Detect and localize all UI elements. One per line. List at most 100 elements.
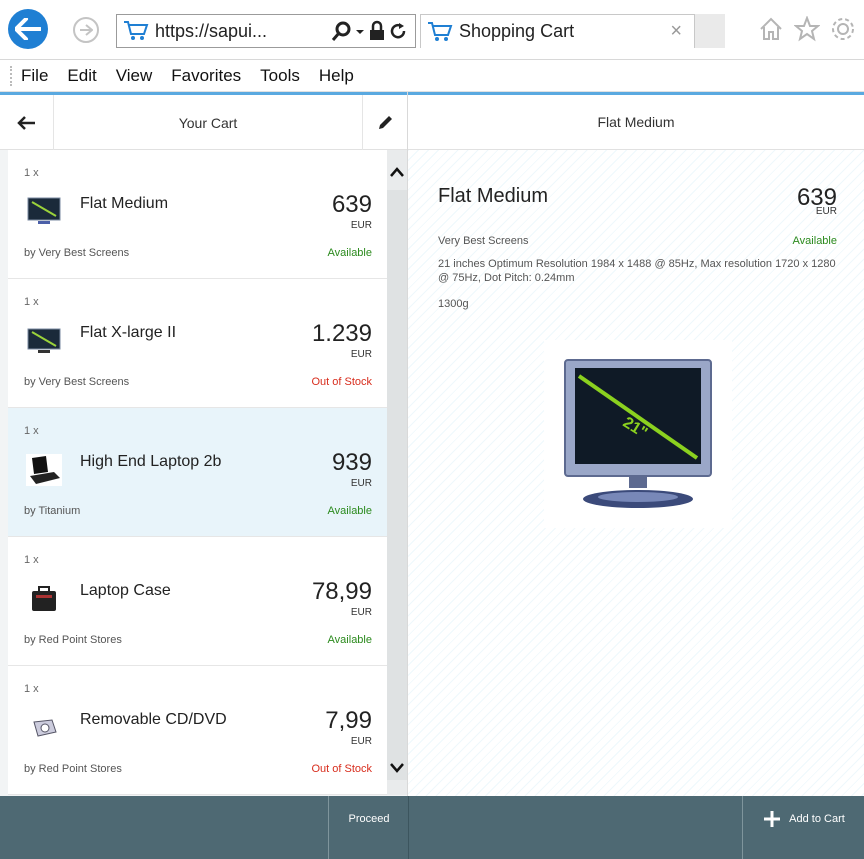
arrow-right-icon: [80, 24, 93, 36]
tab-title: Shopping Cart: [459, 21, 575, 41]
detail-header: Flat Medium: [408, 92, 864, 150]
lock-icon[interactable]: [367, 20, 387, 42]
browser-toolbar-right: [758, 16, 856, 42]
item-vendor: by Titanium: [24, 505, 81, 517]
cart-icon: [428, 21, 453, 41]
product-vendor: Very Best Screens: [438, 235, 529, 247]
item-currency: EUR: [350, 736, 372, 747]
monitor-icon: [24, 196, 64, 228]
item-status: Available: [327, 247, 372, 259]
cart-master-panel: Your Cart 1 x Flat Medium 639 EUR by Ver…: [0, 92, 408, 796]
footer-divider: [328, 796, 329, 859]
master-header: Your Cart: [0, 92, 407, 150]
product-currency: EUR: [815, 206, 837, 217]
product-status: Available: [792, 235, 837, 247]
menu-view[interactable]: View: [116, 66, 153, 86]
gear-icon[interactable]: [830, 16, 856, 42]
item-status: Available: [327, 634, 372, 646]
item-price: 639: [331, 191, 372, 218]
item-price: 1.239: [311, 320, 372, 347]
chevron-up-icon[interactable]: [389, 166, 405, 178]
pencil-icon: [379, 115, 392, 129]
cart-item[interactable]: 1 x Flat Medium 639 EUR by Very Best Scr…: [8, 150, 387, 279]
menu-edit[interactable]: Edit: [67, 66, 96, 86]
tab-close-icon[interactable]: ×: [670, 20, 682, 43]
shopping-cart-app: Your Cart 1 x Flat Medium 639 EUR by Ver…: [0, 92, 864, 859]
cart-item-list: 1 x Flat Medium 639 EUR by Very Best Scr…: [8, 150, 387, 795]
menu-grip: [10, 65, 13, 86]
product-detail-panel: Flat Medium Flat Medium 639 EUR Very Bes…: [408, 92, 864, 796]
forward-button[interactable]: [73, 17, 99, 43]
search-icon[interactable]: [331, 20, 353, 42]
product-weight: 1300g: [438, 298, 469, 310]
cart-item[interactable]: 1 x Flat X-large II 1.239 EUR by Very Be…: [8, 279, 387, 408]
item-currency: EUR: [350, 607, 372, 618]
item-quantity: 1 x: [24, 167, 39, 179]
url-text[interactable]: https://sapui...: [155, 21, 267, 42]
menu-tools[interactable]: Tools: [260, 66, 300, 86]
item-status: Available: [327, 505, 372, 517]
arrow-left-icon: [16, 115, 35, 130]
chevron-down-icon[interactable]: [389, 762, 405, 774]
address-bar[interactable]: https://sapui...: [116, 14, 416, 48]
product-image: 21": [544, 340, 732, 528]
item-quantity: 1 x: [24, 425, 39, 437]
home-icon[interactable]: [758, 16, 784, 42]
footer-divider: [408, 796, 409, 859]
laptop-case-icon: [24, 583, 64, 615]
new-tab-button[interactable]: [695, 14, 725, 48]
proceed-button[interactable]: Proceed: [330, 796, 408, 842]
cart-icon: [124, 21, 149, 40]
list-scrollbar[interactable]: [387, 150, 407, 795]
add-to-cart-button[interactable]: Add to Cart: [744, 796, 864, 842]
cd-drive-icon: [24, 712, 64, 744]
menu-file[interactable]: File: [21, 66, 48, 86]
refresh-icon[interactable]: [387, 20, 409, 42]
menu-help[interactable]: Help: [319, 66, 354, 86]
plus-icon: [764, 811, 781, 827]
item-currency: EUR: [350, 220, 372, 231]
menu-favorites[interactable]: Favorites: [171, 66, 241, 86]
monitor-icon: [24, 325, 64, 357]
laptop-icon: [24, 454, 64, 486]
cart-item[interactable]: 1 x Removable CD/DVD 7,99 EUR by Red Poi…: [8, 666, 387, 795]
item-name: High End Laptop 2b: [80, 453, 222, 470]
item-vendor: by Red Point Stores: [24, 634, 122, 646]
item-status: Out of Stock: [311, 376, 372, 388]
item-currency: EUR: [350, 478, 372, 489]
add-to-cart-label: Add to Cart: [789, 813, 845, 825]
nav-back-button[interactable]: [0, 95, 54, 150]
menu-bar: File Edit View Favorites Tools Help: [0, 60, 864, 92]
dropdown-arrow-icon[interactable]: [353, 20, 367, 42]
item-quantity: 1 x: [24, 683, 39, 695]
item-vendor: by Very Best Screens: [24, 247, 130, 259]
master-title: Your Cart: [178, 114, 238, 131]
cart-item-selected[interactable]: 1 x High End Laptop 2b 939 EUR by Titani…: [8, 408, 387, 537]
item-name: Flat Medium: [80, 195, 169, 212]
item-price: 7,99: [325, 707, 372, 734]
item-price: 939: [331, 449, 372, 476]
item-status: Out of Stock: [311, 763, 372, 775]
item-name: Laptop Case: [80, 582, 171, 599]
footer-divider: [742, 796, 743, 859]
arrow-left-icon: [15, 18, 41, 40]
item-quantity: 1 x: [24, 554, 39, 566]
tab-shopping-cart[interactable]: Shopping Cart ×: [420, 14, 695, 48]
scrollbar-thumb[interactable]: [387, 190, 407, 780]
item-vendor: by Red Point Stores: [24, 763, 122, 775]
edit-button[interactable]: [362, 95, 407, 150]
item-name: Flat X-large II: [80, 324, 177, 341]
item-vendor: by Very Best Screens: [24, 376, 130, 388]
monitor-image: 21": [564, 359, 712, 508]
cart-item[interactable]: 1 x Laptop Case 78,99 EUR by Red Point S…: [8, 537, 387, 666]
star-icon[interactable]: [794, 16, 820, 42]
product-description: 21 inches Optimum Resolution 1984 x 1488…: [438, 258, 836, 284]
item-name: Removable CD/DVD: [80, 711, 227, 728]
item-price: 78,99: [311, 578, 372, 605]
footer-toolbar: Proceed Add to Cart: [0, 796, 864, 859]
back-button[interactable]: [8, 9, 48, 49]
item-currency: EUR: [350, 349, 372, 360]
item-quantity: 1 x: [24, 296, 39, 308]
product-name: Flat Medium: [438, 185, 549, 207]
browser-chrome: https://sapui... Shopping Cart ×: [0, 0, 864, 60]
